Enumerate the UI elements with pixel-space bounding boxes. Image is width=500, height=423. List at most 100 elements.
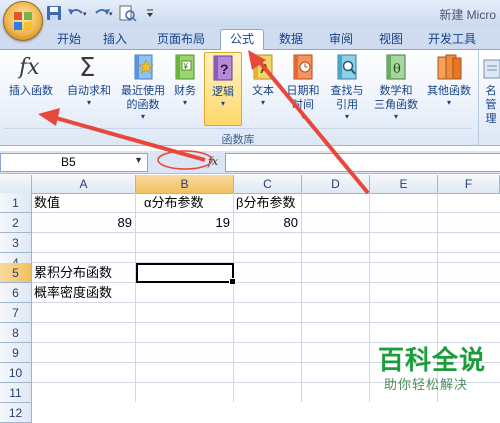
datetime-dropdown-icon[interactable]: ▾ bbox=[280, 112, 326, 122]
cell-c1[interactable]: β分布参数 bbox=[236, 193, 306, 213]
cell-b1[interactable]: α分布参数 bbox=[144, 193, 234, 213]
gridline bbox=[32, 322, 500, 323]
name-box-dropdown-icon[interactable]: ▼ bbox=[134, 155, 143, 165]
insert-function-icon: fx bbox=[17, 55, 40, 80]
row-header-8[interactable]: 8 bbox=[0, 323, 32, 343]
math-dropdown-icon[interactable]: ▾ bbox=[368, 112, 424, 122]
insert-function-fx-icon[interactable]: fx bbox=[205, 154, 221, 169]
column-header-d[interactable]: D bbox=[302, 175, 370, 193]
more-functions-books-icon bbox=[437, 54, 462, 80]
undo-icon[interactable]: ▾ bbox=[66, 5, 88, 21]
tab-review[interactable]: 审阅 bbox=[322, 30, 360, 49]
column-header-a[interactable]: A bbox=[32, 175, 136, 193]
tab-view[interactable]: 视图 bbox=[372, 30, 410, 49]
text-dropdown-icon[interactable]: ▾ bbox=[244, 98, 282, 108]
name-manager-icon bbox=[483, 59, 500, 79]
lookup-label-line1: 查找与 bbox=[330, 85, 364, 97]
logical-button[interactable]: ? 逻辑 ▾ bbox=[204, 52, 242, 126]
function-library-group-label: 函数库 bbox=[4, 128, 472, 147]
row-header-10[interactable]: 10 bbox=[0, 363, 32, 383]
svg-text:▾: ▾ bbox=[83, 11, 87, 18]
redo-icon[interactable]: ▾ bbox=[92, 5, 114, 21]
cell-a5[interactable]: 累积分布函数 bbox=[34, 263, 134, 283]
datetime-label-line1: 日期和 bbox=[286, 85, 320, 97]
math-trig-button[interactable]: θ 数学和 三角函数 ▾ bbox=[368, 52, 424, 122]
financial-button[interactable]: ¥ 财务 ▾ bbox=[168, 52, 202, 108]
lookup-reference-button[interactable]: 查找与 引用 ▾ bbox=[326, 52, 368, 122]
insert-function-button[interactable]: fx 插入函数 bbox=[4, 52, 58, 98]
row-header-12[interactable]: 12 bbox=[0, 403, 32, 423]
tab-page-layout[interactable]: 页面布局 bbox=[146, 30, 216, 49]
sigma-icon: Σ bbox=[79, 53, 95, 82]
column-header-b[interactable]: B bbox=[136, 175, 234, 193]
name-box[interactable]: B5 ▼ bbox=[0, 153, 148, 172]
cell-a2[interactable]: 89 bbox=[32, 213, 136, 233]
svg-text:▾: ▾ bbox=[109, 11, 113, 18]
column-header-e[interactable]: E bbox=[370, 175, 438, 193]
select-all-corner[interactable] bbox=[0, 175, 32, 193]
lookup-dropdown-icon[interactable]: ▾ bbox=[326, 112, 368, 122]
lookup-book-icon bbox=[337, 54, 357, 80]
print-preview-icon[interactable] bbox=[118, 5, 140, 21]
row-header-6[interactable]: 6 bbox=[0, 283, 32, 303]
active-cell-b5[interactable] bbox=[136, 263, 236, 285]
datetime-book-icon bbox=[293, 54, 313, 80]
office-logo-icon bbox=[14, 12, 32, 30]
autosum-button[interactable]: Σ 自动求和 ▾ bbox=[62, 52, 116, 108]
tab-data[interactable]: 数据 bbox=[272, 30, 310, 49]
financial-dropdown-icon[interactable]: ▾ bbox=[168, 98, 202, 108]
row-header-7[interactable]: 7 bbox=[0, 303, 32, 323]
formula-bar: B5 ▼ fx bbox=[0, 151, 500, 174]
row-header-5[interactable]: 5 bbox=[0, 263, 32, 283]
row-header-2[interactable]: 2 bbox=[0, 213, 32, 233]
formula-input[interactable] bbox=[225, 153, 500, 172]
fill-handle[interactable] bbox=[229, 278, 236, 285]
datetime-label-line2: 时间 bbox=[292, 99, 314, 111]
text-button[interactable]: A 文本 ▾ bbox=[244, 52, 282, 108]
recent-label-line2: 的函数 bbox=[126, 99, 160, 111]
financial-label: 财务 bbox=[174, 85, 196, 97]
insert-function-label: 插入函数 bbox=[9, 85, 53, 97]
customize-toolbar-icon[interactable] bbox=[144, 5, 156, 21]
svg-text:¥: ¥ bbox=[183, 62, 189, 71]
name-box-value: B5 bbox=[61, 155, 76, 169]
watermark-title: 百科全说 bbox=[378, 346, 487, 376]
math-label-line1: 数学和 bbox=[379, 85, 413, 97]
row-header-9[interactable]: 9 bbox=[0, 343, 32, 363]
autosum-dropdown-icon[interactable]: ▾ bbox=[62, 98, 116, 108]
recent-dropdown-icon[interactable]: ▾ bbox=[116, 112, 170, 122]
cell-a6[interactable]: 概率密度函数 bbox=[34, 283, 134, 303]
tab-developer[interactable]: 开发工具 bbox=[422, 30, 482, 49]
ribbon-tabs: 开始 插入 页面布局 公式 数据 审阅 视图 开发工具 bbox=[0, 27, 500, 50]
column-header-f[interactable]: F bbox=[438, 175, 500, 193]
row-header-3[interactable]: 3 bbox=[0, 233, 32, 253]
column-header-c[interactable]: C bbox=[234, 175, 302, 193]
save-icon[interactable] bbox=[46, 5, 62, 21]
datetime-button[interactable]: 日期和 时间 ▾ bbox=[280, 52, 326, 122]
tab-formulas[interactable]: 公式 bbox=[220, 29, 264, 50]
tab-home[interactable]: 开始 bbox=[50, 30, 88, 49]
lookup-label-line2: 引用 bbox=[336, 99, 358, 111]
cell-c2[interactable]: 80 bbox=[234, 213, 302, 233]
name-manager-label-line1: 名 bbox=[485, 85, 497, 97]
more-functions-button[interactable]: 其他函数 ▾ bbox=[424, 52, 474, 108]
more-functions-label: 其他函数 bbox=[427, 85, 471, 97]
tab-insert[interactable]: 插入 bbox=[96, 30, 134, 49]
cell-b2[interactable]: 19 bbox=[136, 213, 234, 233]
more-functions-dropdown-icon[interactable]: ▾ bbox=[424, 98, 474, 108]
window-title: 新建 Micro bbox=[439, 8, 496, 22]
svg-text:?: ? bbox=[220, 61, 229, 77]
gridline bbox=[32, 252, 500, 253]
recently-used-button[interactable]: 最近使用 的函数 ▾ bbox=[116, 52, 170, 122]
svg-text:fx: fx bbox=[17, 55, 40, 80]
logical-book-icon: ? bbox=[213, 55, 233, 81]
office-button[interactable] bbox=[3, 1, 43, 41]
text-book-icon: A bbox=[253, 54, 273, 80]
row-header-11[interactable]: 11 bbox=[0, 383, 32, 403]
row-header-1[interactable]: 1 bbox=[0, 193, 32, 213]
cell-a1[interactable]: 数值 bbox=[34, 193, 134, 213]
watermark-logo: 百科全说 助你轻松解决 bbox=[372, 340, 500, 402]
name-manager-button[interactable]: 名 管理 bbox=[481, 56, 500, 126]
column-headers: A B C D E F bbox=[0, 175, 500, 194]
logical-dropdown-icon[interactable]: ▾ bbox=[205, 99, 241, 109]
